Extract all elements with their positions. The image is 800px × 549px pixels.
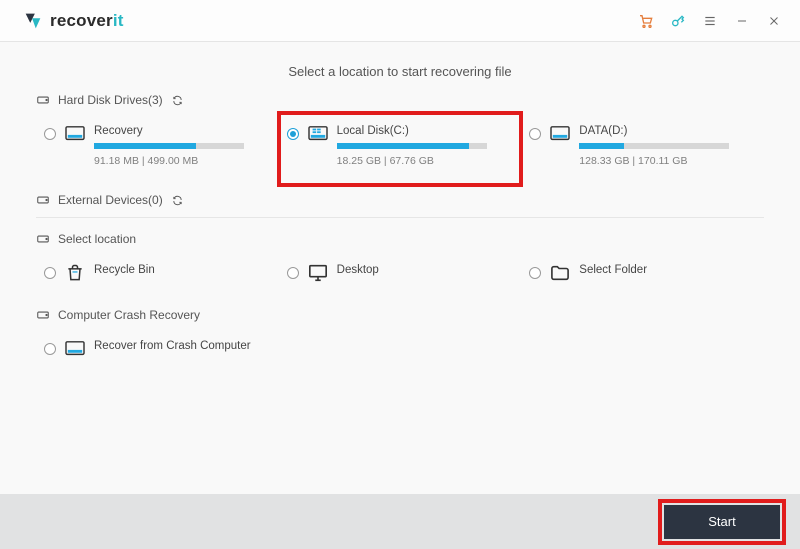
highlight-start: Start	[660, 501, 784, 543]
title-bar: recoverit	[0, 0, 800, 42]
cart-icon[interactable]	[638, 13, 654, 29]
location-name: Recycle Bin	[94, 264, 155, 276]
title-actions	[638, 13, 782, 29]
radio[interactable]	[44, 343, 56, 355]
highlight-local-disk: Local Disk(C:) 18.25 GB | 67.76 GB	[279, 113, 522, 185]
section-label: Select location	[58, 232, 136, 246]
hdd-section-icon	[36, 93, 50, 107]
divider	[36, 217, 764, 218]
crash-recovery-item[interactable]: Recover from Crash Computer	[42, 334, 273, 364]
section-label: External Devices(0)	[58, 193, 163, 207]
radio[interactable]	[529, 128, 541, 140]
desktop-icon	[307, 264, 329, 282]
drive-name: Local Disk(C:)	[337, 125, 510, 137]
drive-usage: 128.33 GB | 170.11 GB	[579, 155, 752, 167]
radio[interactable]	[287, 128, 299, 140]
crash-item-name: Recover from Crash Computer	[94, 340, 251, 352]
minimize-icon[interactable]	[734, 13, 750, 29]
usage-bar	[94, 143, 244, 149]
drive-name: Recovery	[94, 125, 267, 137]
drive-icon	[64, 340, 86, 358]
folder-icon	[549, 264, 571, 282]
key-icon[interactable]	[670, 13, 686, 29]
drive-item-data-d[interactable]: DATA(D:) 128.33 GB | 170.11 GB	[527, 119, 758, 173]
page-title: Select a location to start recovering fi…	[36, 64, 764, 79]
app-name: recoverit	[50, 11, 124, 31]
location-desktop[interactable]: Desktop	[285, 258, 516, 288]
main-content: Select a location to start recovering fi…	[0, 42, 800, 376]
drive-item-local-disk-c[interactable]: Local Disk(C:) 18.25 GB | 67.76 GB	[285, 119, 516, 173]
radio[interactable]	[44, 128, 56, 140]
close-icon[interactable]	[766, 13, 782, 29]
location-recycle-bin[interactable]: Recycle Bin	[42, 258, 273, 288]
location-section-icon	[36, 232, 50, 246]
radio[interactable]	[44, 267, 56, 279]
section-label: Computer Crash Recovery	[58, 308, 200, 322]
crash-row: Recover from Crash Computer	[36, 328, 764, 376]
usage-bar	[579, 143, 729, 149]
drive-usage: 91.18 MB | 499.00 MB	[94, 155, 267, 167]
drive-usage: 18.25 GB | 67.76 GB	[337, 155, 510, 167]
crash-section-icon	[36, 308, 50, 322]
location-select-folder[interactable]: Select Folder	[527, 258, 758, 288]
drive-icon	[549, 125, 571, 143]
app-logo: recoverit	[22, 10, 124, 32]
section-external-devices: External Devices(0)	[36, 193, 764, 207]
refresh-icon[interactable]	[171, 193, 185, 207]
drive-icon	[64, 125, 86, 143]
external-section-icon	[36, 193, 50, 207]
section-label: Hard Disk Drives(3)	[58, 93, 163, 107]
usage-bar	[337, 143, 487, 149]
section-hard-disk-drives: Hard Disk Drives(3)	[36, 93, 764, 107]
footer-bar: Start	[0, 494, 800, 549]
refresh-icon[interactable]	[171, 93, 185, 107]
locations-row: Recycle Bin Desktop Select Folder	[36, 252, 764, 300]
drive-windows-icon	[307, 125, 329, 143]
location-name: Desktop	[337, 264, 379, 276]
logo-icon	[22, 10, 44, 32]
radio[interactable]	[287, 267, 299, 279]
drive-item-recovery[interactable]: Recovery 91.18 MB | 499.00 MB	[42, 119, 273, 173]
menu-icon[interactable]	[702, 13, 718, 29]
start-button[interactable]: Start	[664, 505, 780, 539]
section-crash-recovery: Computer Crash Recovery	[36, 308, 764, 322]
radio[interactable]	[529, 267, 541, 279]
location-name: Select Folder	[579, 264, 647, 276]
drives-row: Recovery 91.18 MB | 499.00 MB Local Disk…	[36, 113, 764, 185]
recycle-bin-icon	[64, 264, 86, 282]
section-select-location: Select location	[36, 232, 764, 246]
drive-name: DATA(D:)	[579, 125, 752, 137]
